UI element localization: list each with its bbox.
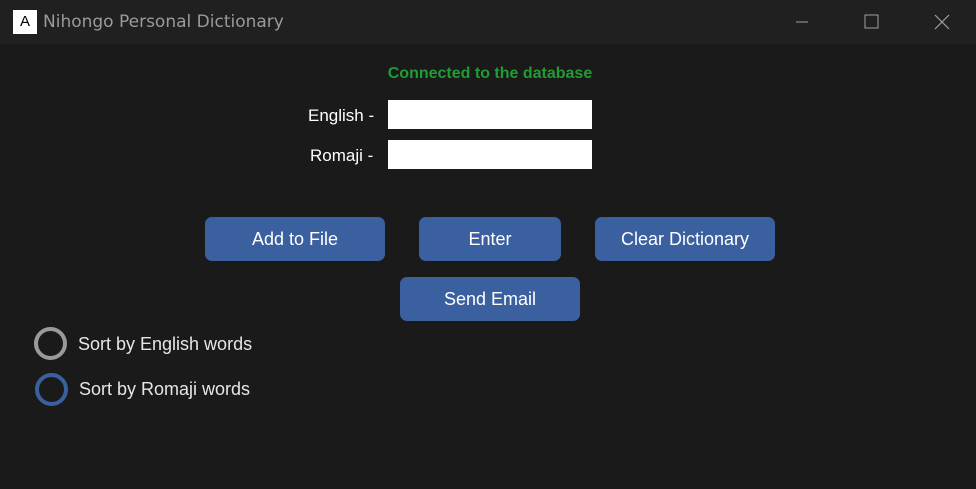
english-field[interactable] [388,100,592,129]
add-to-file-button[interactable]: Add to File [205,217,385,261]
english-label: English - [308,106,375,125]
minimize-button[interactable] [779,0,825,44]
enter-button[interactable]: Enter [419,217,561,261]
sort-english-label[interactable]: Sort by English words [78,334,252,355]
sort-english-radio[interactable] [34,327,67,360]
minimize-icon [796,21,808,23]
maximize-icon [864,14,879,29]
romaji-label: Romaji - [310,146,374,165]
sort-romaji-radio[interactable] [35,373,68,406]
clear-dictionary-button[interactable]: Clear Dictionary [595,217,775,261]
title-bar: A Nihongo Personal Dictionary [0,0,976,44]
romaji-field[interactable] [388,140,592,169]
send-email-button[interactable]: Send Email [400,277,580,321]
close-button[interactable] [919,0,965,44]
sort-romaji-label[interactable]: Sort by Romaji words [79,379,250,400]
maximize-button[interactable] [849,0,895,44]
connection-status: Connected to the database [387,65,593,82]
app-icon: A [13,10,37,34]
close-icon [934,14,950,30]
window-title: Nihongo Personal Dictionary [43,12,284,32]
